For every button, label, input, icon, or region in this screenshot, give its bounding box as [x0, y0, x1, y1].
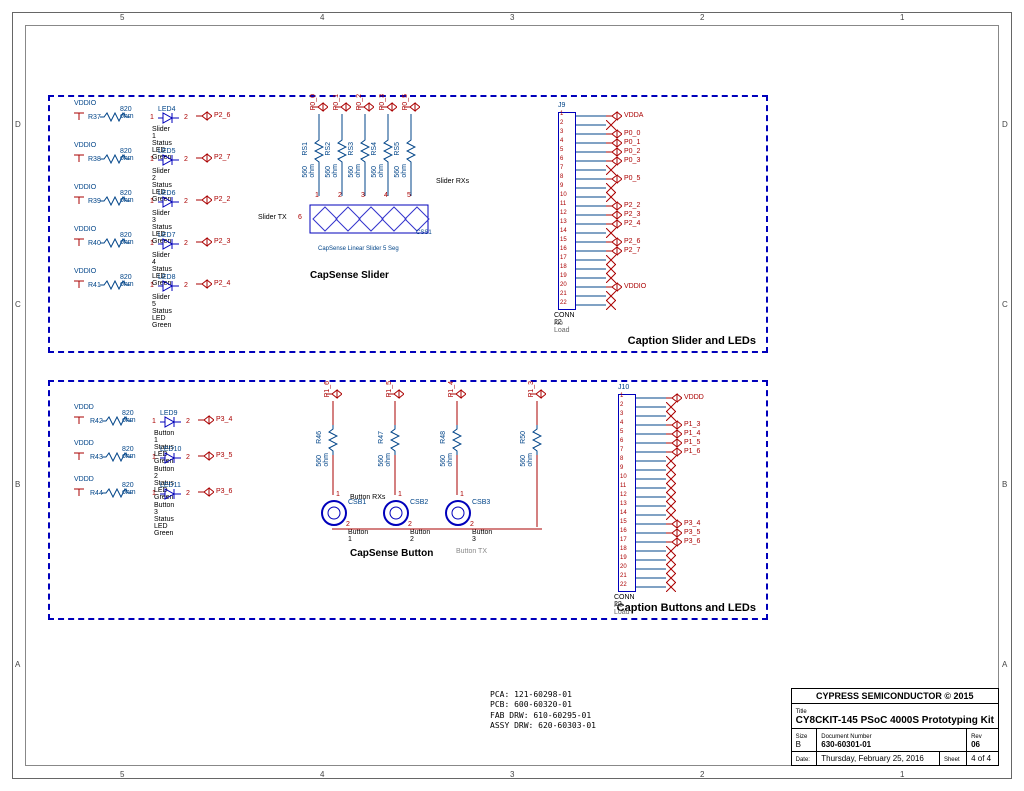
port-icon	[196, 111, 212, 121]
led-icon	[158, 238, 180, 250]
port-icon	[196, 279, 212, 289]
tick-side: D	[1002, 120, 1008, 129]
nc-icon	[666, 582, 676, 592]
tick-bot: 4	[320, 770, 324, 779]
tick-top: 2	[700, 13, 704, 22]
tick-side: B	[1002, 480, 1007, 489]
nc-icon	[606, 300, 616, 310]
tick-bot: 2	[700, 770, 704, 779]
caption-slider: Caption Slider and LEDs	[628, 335, 756, 347]
pin-6: 6	[298, 214, 302, 221]
led-icon	[158, 196, 180, 208]
button-tx-label: Button TX	[456, 548, 487, 555]
power-icon	[72, 108, 86, 120]
tick-side: C	[15, 300, 21, 309]
resistor-icon	[314, 136, 324, 166]
resistor-icon	[360, 136, 370, 166]
tick-side: B	[15, 480, 20, 489]
caption-button: Caption Buttons and LEDs	[617, 602, 756, 614]
led-icon	[158, 112, 180, 124]
tick-side: A	[15, 660, 20, 669]
tick-top: 3	[510, 13, 514, 22]
css1-ref: CSS1	[416, 230, 432, 236]
power-icon	[72, 150, 86, 162]
port-icon	[196, 195, 212, 205]
slider-led-row: VDDIO R41 820 ohm LED8 1 2 P2_4 Slider 5…	[72, 276, 86, 290]
capsense-button-icon	[444, 499, 472, 527]
slider-rx-label: Slider RXs	[436, 178, 469, 185]
resistor-icon	[337, 136, 347, 166]
tick-bot: 1	[900, 770, 904, 779]
title-block: CYPRESS SEMICONDUCTOR © 2015 TitleCY8CKI…	[791, 688, 999, 766]
power-icon	[72, 234, 86, 246]
tick-bot: 5	[120, 770, 124, 779]
resistor-icon	[452, 425, 462, 455]
slider-subtitle: CapSense Linear Slider 5 Seg	[318, 246, 399, 252]
power-icon	[72, 276, 86, 288]
slider-led-row: VDDIO R39 820 ohm LED6 1 2 P2_2 Slider 3…	[72, 192, 86, 206]
tick-top: 1	[900, 13, 904, 22]
capsense-slider-title: CapSense Slider	[310, 270, 389, 281]
capsense-button-title: CapSense Button	[350, 548, 433, 559]
slider-led-row: VDDIO R38 820 ohm LED5 1 2 P2_7 Slider 2…	[72, 150, 86, 164]
tick-top: 4	[320, 13, 324, 22]
slider-led-row: VDDIO R37 820 ohm LED4 1 2 P2_6 Slider 1…	[72, 108, 86, 122]
tick-bot: 3	[510, 770, 514, 779]
resistor-icon	[383, 136, 393, 166]
capsense-slider-symbol	[300, 195, 440, 245]
resistor-icon	[406, 136, 416, 166]
bus-line	[332, 528, 542, 530]
capsense-button-icon	[320, 499, 348, 527]
slider-tx-label: Slider TX	[258, 214, 287, 221]
capsense-button-icon	[382, 499, 410, 527]
slider-led-row: VDDIO R40 820 ohm LED7 1 2 P2_3 Slider 4…	[72, 234, 86, 248]
tick-side: C	[1002, 300, 1008, 309]
port-icon	[196, 237, 212, 247]
tick-side: A	[1002, 660, 1007, 669]
tick-side: D	[15, 120, 21, 129]
build-info: PCA: 121-60298-01 PCB: 600-60320-01 FAB …	[490, 690, 596, 732]
resistor-icon	[390, 425, 400, 455]
tick-top: 5	[120, 13, 124, 22]
resistor-icon	[532, 425, 542, 455]
power-icon	[72, 192, 86, 204]
led-icon	[158, 154, 180, 166]
resistor-icon	[328, 425, 338, 455]
port-icon	[196, 153, 212, 163]
led-icon	[158, 280, 180, 292]
